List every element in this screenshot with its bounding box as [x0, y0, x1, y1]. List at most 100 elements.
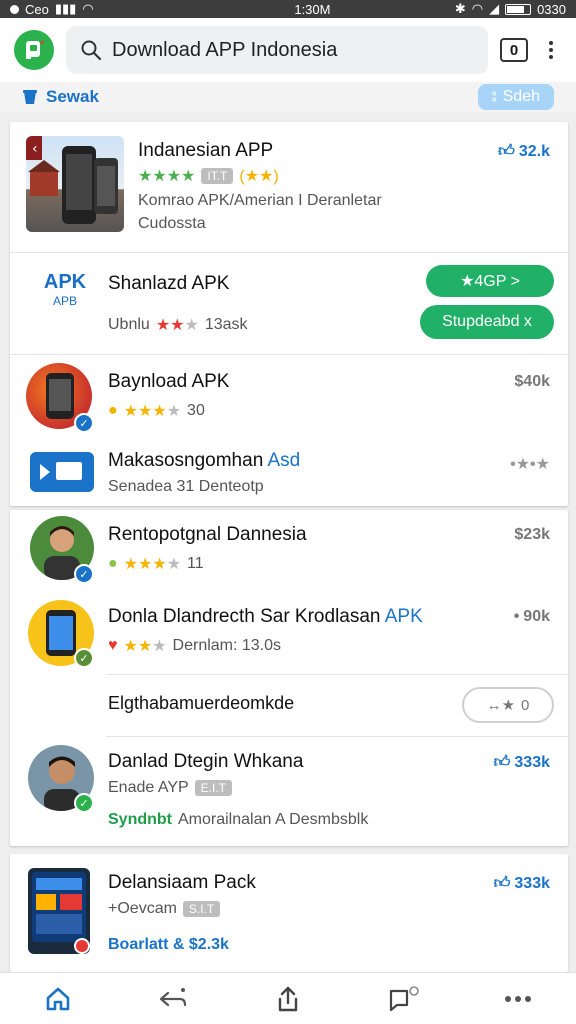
update-button[interactable]: Stupdeabd x: [420, 305, 554, 339]
app-sub-tag: E.I.T: [194, 780, 232, 796]
app-price: • 90k: [513, 608, 550, 625]
home-icon: [46, 987, 69, 1010]
app-thumbnail: ‹: [26, 136, 124, 232]
rating-stars-icon: ★★★: [123, 638, 167, 655]
nav-back-button[interactable]: [143, 977, 203, 1021]
thumbs-up-icon: 👍︎: [498, 143, 515, 160]
filter-label: Sdeh: [502, 88, 540, 105]
app-title: Makasosngomhan Asd: [108, 450, 300, 472]
list-item[interactable]: Elgthabamuerdeomkde ↔★ 0: [10, 675, 568, 735]
app-price: 👍︎ 333k: [493, 874, 550, 893]
apk-logo-text: APK: [43, 271, 87, 293]
chat-icon: [390, 985, 419, 1011]
apk-logo: APK APB: [36, 271, 94, 315]
list-item[interactable]: ✓ Donla Dlandrecth Sar Krodlasan APK ♥ ★…: [10, 592, 568, 672]
results-card-3: Delansiaam Pack +Oevcam S.I.T Boarlatt &…: [10, 854, 568, 972]
battery-text: 0330: [537, 1, 566, 17]
signal-icon: ▮▮▮: [54, 1, 77, 16]
app-title-suffix: APK: [384, 606, 423, 627]
app-sub: Enade AYP E.I.T: [108, 779, 232, 797]
app-title-text: Makasosngomhan: [108, 450, 264, 471]
bottom-navigation: [0, 972, 576, 1024]
rating-count: 30: [187, 402, 205, 419]
app-description: Boarlatt & $2.3k: [108, 936, 229, 953]
app-rating: ● ★★★★ 11: [108, 554, 204, 574]
rate-button[interactable]: ↔★ 0: [462, 687, 554, 723]
rating-stars-icon: ★★★★: [123, 403, 182, 420]
app-description-prefix: Syndnbt: [108, 811, 172, 828]
list-item[interactable]: ✓ Danlad Dtegin Whkana Enade AYP E.I.T S…: [10, 737, 568, 845]
rating-tag: IT.T: [201, 168, 234, 184]
battery-icon: [505, 3, 532, 15]
top-app-bar: Download APP Indonesia 0: [0, 18, 576, 82]
list-item[interactable]: Makasosngomhan Asd Senadea 31 Denteotp •…: [10, 438, 568, 504]
app-sub: +Oevcam S.I.T: [108, 900, 221, 918]
app-price: $40k: [514, 373, 550, 390]
app-title: Elgthabamuerdeomkde: [108, 693, 295, 713]
list-item[interactable]: ✓ Rentopotgnal Dannesia ● ★★★★ 11 $23k: [10, 510, 568, 592]
svg-text:‹: ‹: [32, 141, 38, 157]
app-sub-text: +Oevcam: [108, 900, 177, 917]
nav-more-button[interactable]: [488, 977, 548, 1021]
app-badge-icon: [74, 938, 90, 954]
app-price: 👍︎ 32.k: [498, 142, 550, 161]
results-card-2: ✓ Rentopotgnal Dannesia ● ★★★★ 11 $23k ✓…: [10, 510, 568, 846]
app-meta-line1: Komrao APK/Amerian I Deranletar: [138, 192, 382, 209]
app-meta-line2: Cudossta: [138, 215, 206, 232]
cell-signal-icon: ◢: [489, 1, 500, 16]
list-item[interactable]: Delansiaam Pack +Oevcam S.I.T Boarlatt &…: [10, 854, 568, 972]
app-title: Rentopotgnal Dannesia: [108, 524, 307, 545]
sort-button[interactable]: Sewak: [22, 87, 99, 107]
app-description-text: Amorailnalan A Desmbsblk: [178, 811, 369, 828]
search-query: Download APP Indonesia: [112, 38, 338, 61]
overflow-menu-icon[interactable]: [540, 41, 562, 59]
rating-count: 11: [187, 555, 204, 572]
app-sub-tag: S.I.T: [182, 901, 221, 917]
results-card-1: ‹ Indanesian APP ★★★★ IT.T (★★) Komrao A…: [10, 122, 568, 506]
app-meta-count: 13ask: [204, 316, 248, 333]
search-icon: [81, 40, 102, 61]
rating-stars-icon: ★★★★: [138, 168, 196, 185]
tabs-count-button[interactable]: 0: [500, 38, 528, 62]
list-item[interactable]: APK APB Shanlazd APK Ubnlu ★★★ 13ask ★4G…: [10, 253, 568, 353]
cup-icon: [23, 90, 37, 104]
app-meta-text: Dernlam: 13.0s: [172, 637, 282, 654]
list-item[interactable]: ✓ Baynload APK ● ★★★★ 30 $40k: [10, 355, 568, 437]
app-rating: ★★★★ IT.T (★★): [138, 166, 279, 186]
app-meta: Senadea 31 Denteotp: [108, 478, 264, 495]
bluetooth-icon: ✱: [454, 1, 466, 16]
app-title-suffix: Asd: [267, 450, 301, 471]
carrier-label: Ceo: [25, 1, 49, 17]
app-title: Indanesian APP: [138, 140, 274, 161]
nav-share-button[interactable]: [258, 977, 318, 1021]
store-logo-icon[interactable]: [14, 30, 54, 70]
verified-badge-icon: ✓: [74, 413, 94, 433]
nav-messages-button[interactable]: [373, 977, 433, 1021]
install-button[interactable]: ★4GP >: [426, 265, 554, 297]
rating-stars-icon: ★★★: [155, 317, 199, 334]
app-meta: Ubnlu ★★★ 13ask: [108, 315, 248, 335]
app-meta: ♥ ★★★ Dernlam: 13.0s: [108, 636, 281, 656]
emoji-icon: ●: [108, 402, 118, 419]
wifi-strength-icon: ◠: [471, 1, 484, 16]
search-input[interactable]: Download APP Indonesia: [66, 26, 488, 74]
app-price: 👍︎ 333k: [493, 753, 550, 772]
heart-icon: ♥: [108, 637, 118, 654]
rate-button-label: 0: [521, 696, 530, 714]
video-app-icon: [30, 452, 94, 492]
thumbs-up-icon: 👍︎: [493, 754, 511, 771]
filter-button[interactable]: ⦂ Sdeh: [477, 84, 554, 110]
wifi-icon: ◠: [82, 1, 94, 16]
list-item[interactable]: ‹ Indanesian APP ★★★★ IT.T (★★) Komrao A…: [10, 122, 568, 252]
app-title: Danlad Dtegin Whkana: [108, 751, 304, 772]
filter-row: Sewak ⦂ Sdeh: [0, 82, 576, 112]
app-description: Syndnbt Amorailnalan A Desmbsblk: [108, 811, 368, 829]
apk-logo-subtext: APB: [52, 294, 77, 308]
app-rating: ● ★★★★ 30: [108, 401, 205, 421]
nav-home-button[interactable]: [28, 977, 88, 1021]
status-bar: Ceo ▮▮▮ ◠ 1:30M ✱ ◠ ◢ 0330: [0, 0, 576, 18]
emoji-icon: ●: [108, 555, 118, 572]
rating-stars-icon: •★•★: [510, 456, 550, 473]
sort-label: Sewak: [46, 87, 99, 106]
app-title: Delansiaam Pack: [108, 872, 256, 893]
